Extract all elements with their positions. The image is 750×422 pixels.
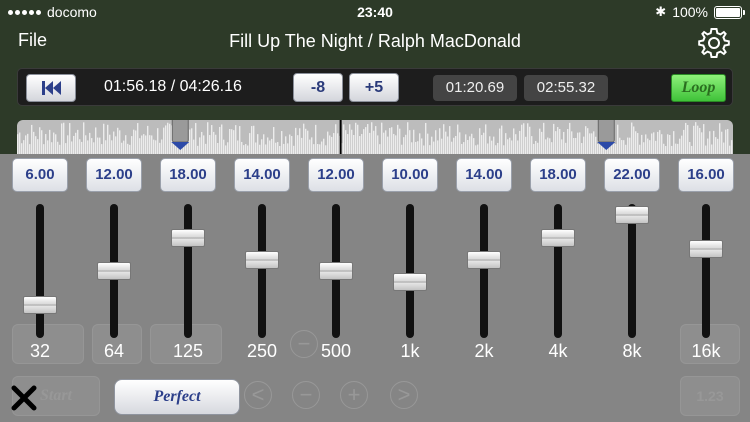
loop-start-marker[interactable] — [171, 120, 190, 150]
waveform-view[interactable] — [17, 120, 733, 154]
preset-button[interactable]: Perfect — [114, 379, 240, 415]
eq-slider-thumb[interactable] — [171, 228, 205, 247]
eq-gain-button[interactable]: 12.00 — [86, 158, 142, 192]
eq-band-16k: 16.00 16k — [676, 154, 736, 422]
loop-start-time[interactable]: 01:20.69 — [433, 75, 517, 101]
close-icon[interactable] — [10, 384, 38, 412]
bluetooth-icon: ✱ — [655, 4, 667, 19]
title-bar: File Fill Up The Night / Ralph MacDonald — [0, 26, 750, 62]
eq-gain-button[interactable]: 6.00 — [12, 158, 68, 192]
eq-gain-button[interactable]: 22.00 — [604, 158, 660, 192]
eq-freq-label: 500 — [320, 341, 352, 361]
eq-freq-label: 1k — [400, 341, 420, 361]
eq-gain-button[interactable]: 14.00 — [456, 158, 512, 192]
eq-freq-label: 16k — [691, 341, 721, 361]
eq-slider-thumb[interactable] — [467, 250, 501, 269]
eq-slider-thumb[interactable] — [319, 262, 353, 280]
clock: 23:40 — [357, 4, 393, 20]
status-right: ✱ 100% — [655, 4, 745, 20]
eq-slider-thumb[interactable] — [245, 250, 279, 269]
eq-slider-thumb[interactable] — [97, 262, 131, 280]
eq-band-4k: 18.00 4k — [528, 154, 588, 422]
eq-gain-button[interactable]: 16.00 — [678, 158, 734, 192]
eq-slider-track[interactable] — [258, 204, 266, 338]
eq-slider-track[interactable] — [628, 204, 636, 338]
track-title: Fill Up The Night / Ralph MacDonald — [229, 31, 521, 51]
loop-end-marker[interactable] — [597, 120, 616, 150]
loop-end-time[interactable]: 02:55.32 — [524, 75, 608, 101]
eq-slider-track[interactable] — [406, 204, 414, 338]
loop-markers[interactable] — [17, 120, 733, 154]
eq-slider-track[interactable] — [480, 204, 488, 338]
eq-band-250: 14.00 250 — [232, 154, 292, 422]
eq-slider-track[interactable] — [554, 204, 562, 338]
eq-band-1k: 10.00 1k — [380, 154, 440, 422]
eq-freq-label: 250 — [246, 341, 278, 361]
equalizer-panel: 6.00 32 12.00 64 18.00 125 14.00 250 12.… — [0, 154, 750, 422]
jump-forward-button[interactable]: +5 — [349, 73, 399, 102]
eq-gain-button[interactable]: 10.00 — [382, 158, 438, 192]
eq-slider-thumb[interactable] — [541, 228, 575, 247]
eq-slider-track[interactable] — [184, 204, 192, 338]
playhead — [339, 120, 342, 154]
eq-gain-button[interactable]: 18.00 — [530, 158, 586, 192]
skip-back-icon — [42, 81, 61, 95]
eq-freq-label: 4k — [548, 341, 568, 361]
eq-band-8k: 22.00 8k — [602, 154, 662, 422]
transport-bar: 01:56.18 / 04:26.16 -8 +5 01:20.69 02:55… — [17, 68, 733, 106]
eq-slider-track[interactable] — [36, 204, 44, 338]
eq-band-500: 12.00 500 — [306, 154, 366, 422]
status-bar: docomo 23:40 ✱ 100% — [0, 0, 750, 26]
eq-slider-thumb[interactable] — [23, 295, 57, 314]
skip-to-start-button[interactable] — [26, 74, 76, 102]
eq-band-32: 6.00 32 — [10, 154, 70, 422]
eq-freq-label: 2k — [474, 341, 494, 361]
battery-icon — [714, 5, 745, 19]
eq-freq-label: 8k — [622, 341, 642, 361]
loop-toggle-button[interactable]: Loop — [671, 74, 726, 102]
jump-back-button[interactable]: -8 — [293, 73, 343, 102]
eq-band-2k: 14.00 2k — [454, 154, 514, 422]
eq-gain-button[interactable]: 12.00 — [308, 158, 364, 192]
settings-gear-icon[interactable] — [697, 26, 731, 60]
battery-percent: 100% — [672, 4, 708, 20]
eq-slider-thumb[interactable] — [615, 206, 649, 225]
playback-position: 01:56.18 / 04:26.16 — [104, 78, 242, 95]
eq-freq-label: 125 — [172, 341, 204, 361]
eq-slider-thumb[interactable] — [393, 273, 427, 292]
eq-slider-track[interactable] — [702, 204, 710, 338]
eq-gain-button[interactable]: 18.00 — [160, 158, 216, 192]
eq-slider-thumb[interactable] — [689, 239, 723, 258]
eq-freq-label: 64 — [103, 341, 125, 361]
eq-freq-label: 32 — [29, 341, 51, 361]
eq-gain-button[interactable]: 14.00 — [234, 158, 290, 192]
